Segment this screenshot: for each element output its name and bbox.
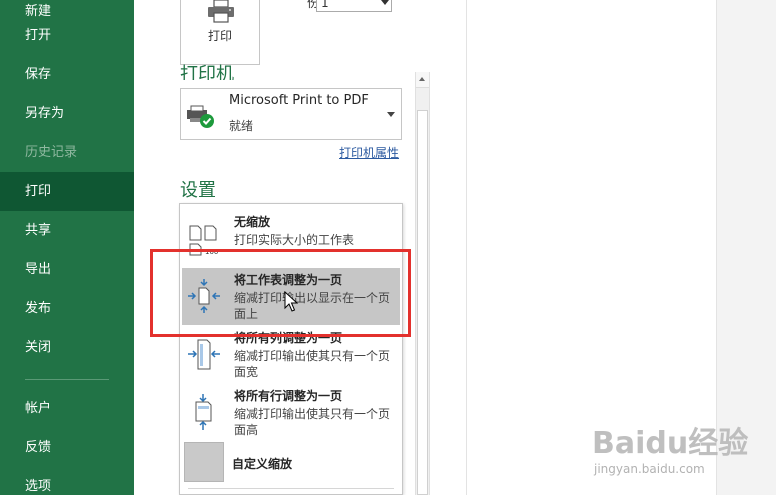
- fit-columns-icon: [188, 339, 220, 370]
- option-description: 打印实际大小的工作表: [234, 233, 355, 247]
- printer-section-title: 打印机: [180, 64, 234, 80]
- printer-dropdown[interactable]: Microsoft Print to PDF 就绪: [180, 88, 402, 140]
- copies-value: 1: [321, 0, 329, 10]
- menu-separator: [188, 488, 394, 489]
- copies-input[interactable]: 1: [316, 0, 392, 12]
- settings-scrollbar[interactable]: [415, 72, 430, 495]
- watermark-url: jingyan.baidu.com: [594, 462, 705, 476]
- custom-scaling-icon[interactable]: [184, 442, 224, 482]
- scaling-option-fit-rows[interactable]: 将所有行调整为一页 缩减打印输出使其只有一个页面高: [182, 384, 400, 441]
- print-button[interactable]: 打印: [180, 0, 260, 65]
- settings-section-title: 设置: [180, 180, 216, 201]
- spinner-icon[interactable]: [381, 0, 389, 5]
- nav-export[interactable]: 导出: [0, 250, 134, 289]
- nav-share[interactable]: 共享: [0, 211, 134, 250]
- option-description: 缩减打印输出使其只有一个页面宽: [234, 349, 391, 379]
- option-title: 无缩放: [234, 215, 271, 229]
- backstage-sidebar: 新建 打开 保存 另存为 历史记录 打印 共享 导出 发布 关闭 帐户 反馈 选…: [0, 0, 134, 495]
- nav-publish[interactable]: 发布: [0, 289, 134, 328]
- watermark-logo-text: Baidu经验: [592, 426, 749, 461]
- option-description: 缩减打印输出使其只有一个页面高: [234, 407, 391, 437]
- printer-ready-icon: [187, 105, 214, 128]
- nav-separator: [25, 379, 109, 380]
- nav-close[interactable]: 关闭: [0, 328, 134, 367]
- scroll-thumb[interactable]: [417, 110, 428, 495]
- printer-status: 就绪: [229, 119, 254, 133]
- nav-account[interactable]: 帐户: [0, 389, 134, 428]
- nav-history: 历史记录: [25, 145, 78, 160]
- nav-feedback[interactable]: 反馈: [0, 428, 134, 467]
- scaling-option-custom[interactable]: 自定义缩放: [232, 455, 292, 472]
- chevron-down-icon: [387, 112, 395, 117]
- fit-rows-icon: [195, 394, 212, 430]
- preview-divider: [466, 0, 467, 495]
- annotation-highlight-box: [150, 249, 411, 337]
- nav-options[interactable]: 选项: [0, 467, 134, 495]
- nav-save-as[interactable]: 另存为: [0, 94, 134, 133]
- print-button-label: 打印: [207, 29, 232, 43]
- baidu-watermark: Baidu经验 jingyan.baidu.com: [592, 418, 748, 488]
- nav-open[interactable]: 打开: [0, 16, 134, 55]
- printer-properties-link[interactable]: 打印机属性: [339, 144, 399, 161]
- scroll-up-arrow-icon[interactable]: [416, 72, 429, 88]
- printer-icon: [208, 0, 234, 23]
- nav-print[interactable]: 打印: [0, 172, 134, 211]
- printer-name: Microsoft Print to PDF: [229, 93, 369, 108]
- nav-save[interactable]: 保存: [0, 55, 134, 94]
- scaling-dropdown-menu: 100 无缩放 打印实际大小的工作表 将工作表调整为一页 缩减打印输出以显示在一…: [179, 203, 403, 495]
- option-title: 将所有行调整为一页: [234, 389, 343, 403]
